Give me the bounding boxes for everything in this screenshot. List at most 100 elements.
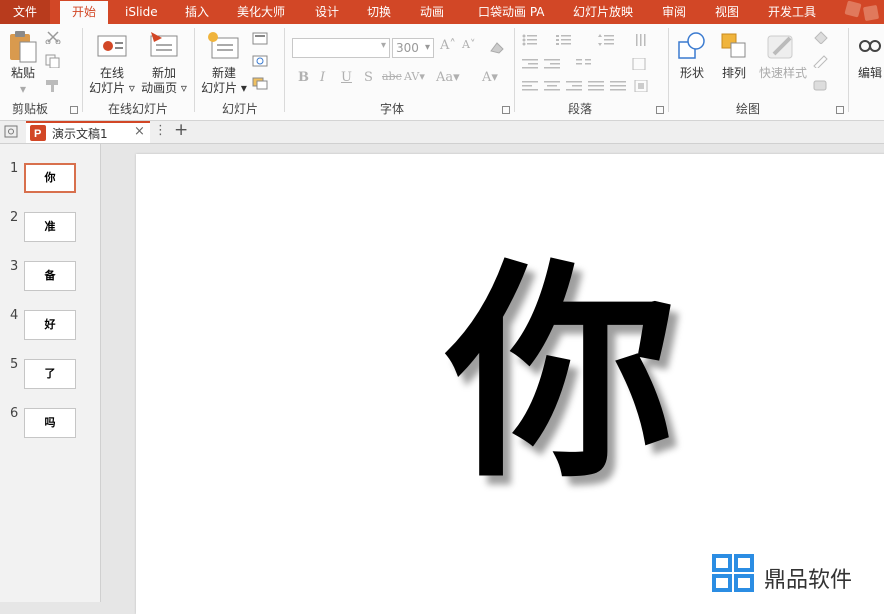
- font-launcher-icon[interactable]: [502, 106, 510, 114]
- align-left-icon[interactable]: [522, 80, 538, 92]
- text-shadow-button[interactable]: S: [364, 70, 373, 85]
- align-text-icon[interactable]: [632, 58, 648, 70]
- char-spacing-button[interactable]: AV▾: [404, 70, 425, 83]
- paste-button[interactable]: 粘贴: [8, 66, 38, 81]
- slide-thumbnail-pane: 1 你 2 准 3 备 4 好 5 了 6 吗: [0, 144, 101, 602]
- new-slide-line2: 幻灯片: [201, 81, 238, 95]
- tab-review[interactable]: 审阅: [662, 0, 686, 24]
- slide-thumbnail-5[interactable]: 了: [24, 359, 76, 389]
- new-anim-page-button[interactable]: 新加 动画页 ▿: [138, 66, 190, 96]
- increase-indent-icon[interactable]: [544, 58, 560, 70]
- distribute-icon[interactable]: [610, 80, 626, 92]
- tab-transitions[interactable]: 切换: [367, 0, 391, 24]
- tab-developer[interactable]: 开发工具: [768, 0, 816, 24]
- shape-outline-icon[interactable]: [812, 54, 830, 68]
- shape-fill-icon[interactable]: [812, 30, 830, 44]
- clipboard-launcher-icon[interactable]: [70, 106, 78, 114]
- thumbnail-text: 好: [44, 318, 56, 331]
- new-anim-line1: 新加: [151, 66, 176, 80]
- tab-beautify[interactable]: 美化大师: [237, 0, 285, 24]
- tab-animations[interactable]: 动画: [420, 0, 444, 24]
- slide-thumbnail-4[interactable]: 好: [24, 310, 76, 340]
- align-right-icon[interactable]: [566, 80, 582, 92]
- separator: [668, 28, 669, 112]
- arrange-icon[interactable]: [718, 30, 750, 62]
- group-label-clipboard: 剪贴板: [12, 102, 49, 116]
- slide-thumbnail-2[interactable]: 准: [24, 212, 76, 242]
- copy-icon[interactable]: [44, 54, 62, 68]
- grow-font-icon[interactable]: A˄: [440, 38, 456, 53]
- bold-button[interactable]: B: [298, 70, 309, 85]
- edit-button[interactable]: 编辑: [855, 66, 884, 81]
- watermark-text: 鼎品软件: [764, 568, 853, 593]
- tab-insert[interactable]: 插入: [185, 0, 209, 24]
- line-spacing-icon[interactable]: [598, 34, 614, 46]
- tab-file[interactable]: 文件: [0, 0, 50, 24]
- slide-thumbnail-1[interactable]: 你: [24, 163, 76, 193]
- slide-canvas[interactable]: 你: [136, 154, 884, 614]
- font-size-combo[interactable]: 300 ▾: [392, 38, 434, 58]
- find-icon[interactable]: [858, 32, 882, 60]
- decrease-indent-icon[interactable]: [522, 58, 538, 70]
- slide-thumbnail-6[interactable]: 吗: [24, 408, 76, 438]
- quick-styles-button[interactable]: 快速样式: [754, 66, 812, 81]
- font-color-button[interactable]: A▾: [482, 70, 498, 85]
- slide-editing-area: 你: [101, 144, 884, 614]
- italic-button[interactable]: I: [320, 70, 325, 85]
- strikethrough-button[interactable]: abc: [382, 70, 402, 83]
- close-tab-icon[interactable]: ×: [134, 124, 145, 139]
- layout-icon[interactable]: [252, 32, 270, 46]
- slide-thumbnail-3[interactable]: 备: [24, 261, 76, 291]
- tab-design[interactable]: 设计: [315, 0, 339, 24]
- quick-styles-icon[interactable]: [764, 30, 798, 62]
- online-slides-icon[interactable]: [96, 32, 128, 60]
- smartart-icon[interactable]: [634, 80, 650, 92]
- document-tab[interactable]: P 演示文稿1 ×: [26, 121, 150, 143]
- format-painter-icon[interactable]: [44, 78, 62, 92]
- new-anim-page-icon[interactable]: [148, 30, 180, 60]
- shapes-icon[interactable]: [676, 30, 708, 62]
- tab-pocket-animation[interactable]: 口袋动画 PA: [478, 0, 545, 24]
- columns-icon[interactable]: [576, 58, 592, 70]
- justify-icon[interactable]: [588, 80, 604, 92]
- slide-number: 2: [10, 210, 19, 225]
- drawing-launcher-icon[interactable]: [836, 106, 844, 114]
- thumbnail-text: 吗: [44, 416, 56, 429]
- tab-slideshow[interactable]: 幻灯片放映: [573, 0, 633, 24]
- new-slide-icon[interactable]: [206, 30, 240, 60]
- more-options-icon[interactable]: ⋮: [154, 123, 167, 138]
- slide-number: 4: [10, 308, 19, 323]
- ribbon-tab-bar: 文件 开始 iSlide 插入 美化大师 设计 切换 动画 口袋动画 PA 幻灯…: [0, 0, 884, 24]
- slide-main-text[interactable]: 你: [446, 254, 676, 494]
- section-icon[interactable]: [252, 76, 270, 90]
- online-slides-button[interactable]: 在线 幻灯片 ▿: [88, 66, 136, 96]
- cut-icon[interactable]: [44, 30, 62, 44]
- font-name-combo[interactable]: ▾: [292, 38, 390, 58]
- text-direction-icon[interactable]: [634, 34, 650, 46]
- thumbnail-text: 你: [44, 171, 56, 184]
- align-center-icon[interactable]: [544, 80, 560, 92]
- tab-menu-icon[interactable]: [4, 125, 20, 139]
- numbering-icon[interactable]: [556, 34, 572, 46]
- separator: [82, 28, 83, 112]
- paste-dropdown-icon[interactable]: ▾: [16, 82, 30, 97]
- tab-islide[interactable]: iSlide: [125, 0, 158, 24]
- paragraph-launcher-icon[interactable]: [656, 106, 664, 114]
- new-slide-button[interactable]: 新建 幻灯片 ▾: [198, 66, 250, 96]
- reset-icon[interactable]: [252, 54, 270, 68]
- arrange-button[interactable]: 排列: [716, 66, 752, 81]
- shape-effects-icon[interactable]: [812, 78, 830, 92]
- change-case-button[interactable]: Aa▾: [436, 70, 460, 85]
- shrink-font-icon[interactable]: A˅: [462, 38, 475, 51]
- shapes-button[interactable]: 形状: [674, 66, 710, 81]
- tab-home[interactable]: 开始: [60, 1, 109, 24]
- tab-view[interactable]: 视图: [715, 0, 739, 24]
- svg-text:P: P: [34, 128, 41, 140]
- add-tab-icon[interactable]: +: [174, 120, 188, 140]
- underline-button[interactable]: U: [341, 70, 352, 85]
- clear-format-icon[interactable]: [488, 40, 506, 54]
- bullets-icon[interactable]: [522, 34, 538, 46]
- paste-icon[interactable]: [8, 30, 38, 64]
- slide-number: 5: [10, 357, 19, 372]
- thumbnail-text: 了: [44, 367, 56, 380]
